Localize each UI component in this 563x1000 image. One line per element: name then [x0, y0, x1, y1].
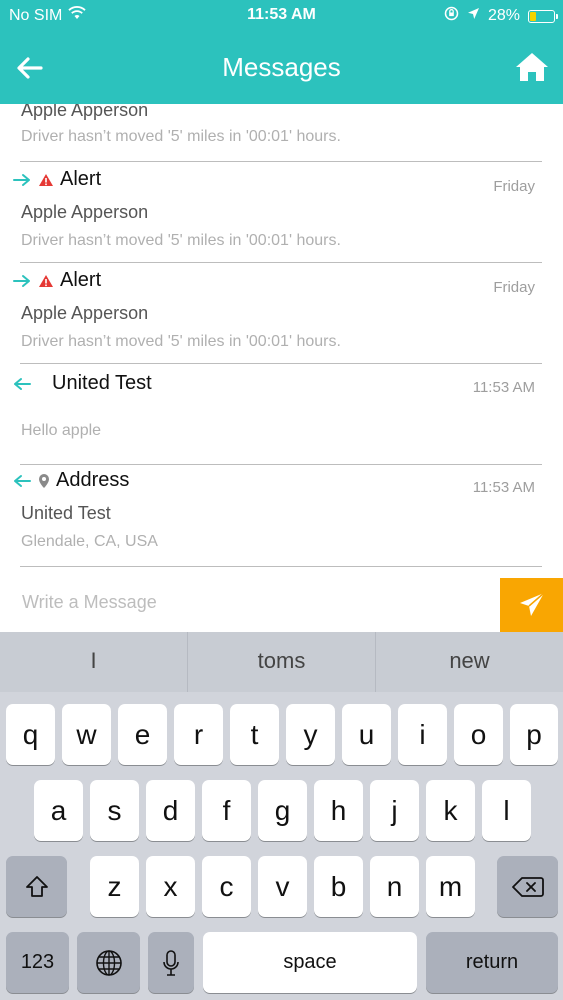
message-title: Alert	[60, 269, 102, 291]
home-button[interactable]	[515, 50, 549, 84]
incoming-arrow-icon	[14, 377, 31, 390]
message-item[interactable]: Alert Friday Apple Apperson Driver hasn’…	[0, 263, 563, 364]
orientation-lock-icon	[444, 6, 459, 26]
key-k[interactable]: k	[426, 780, 475, 841]
incoming-arrow-icon	[14, 474, 31, 487]
key-p[interactable]: p	[510, 704, 558, 765]
shift-key[interactable]	[6, 856, 67, 917]
key-y[interactable]: y	[286, 704, 335, 765]
message-header: Alert	[12, 269, 101, 292]
battery-level	[530, 11, 536, 21]
key-o[interactable]: o	[454, 704, 503, 765]
suggestion-3[interactable]: new	[376, 632, 563, 692]
key-h[interactable]: h	[314, 780, 363, 841]
message-item[interactable]: United Test 11:53 AM Hello apple	[0, 364, 563, 465]
message-header: Alert	[12, 168, 101, 191]
message-list[interactable]: Apple Apperson Driver hasn’t moved '5' m…	[0, 104, 563, 572]
message-time: 11:53 AM	[472, 379, 535, 396]
status-right: 28%	[444, 6, 558, 26]
key-r[interactable]: r	[174, 704, 223, 765]
page-title: Messages	[222, 52, 341, 82]
backspace-icon	[511, 876, 544, 897]
key-s[interactable]: s	[90, 780, 139, 841]
key-u[interactable]: u	[342, 704, 391, 765]
alert-icon	[39, 173, 53, 186]
message-title: Address	[56, 469, 130, 491]
message-input[interactable]: Write a Message	[22, 592, 157, 613]
key-e[interactable]: e	[118, 704, 167, 765]
key-i[interactable]: i	[398, 704, 447, 765]
key-j[interactable]: j	[370, 780, 419, 841]
message-sender: Apple Apperson	[21, 303, 149, 323]
message-item[interactable]: Apple Apperson Driver hasn’t moved '5' m…	[0, 104, 563, 162]
suggestion-bar: I toms new	[0, 632, 563, 692]
keyboard: I toms new q w e r t y u i o p a s d f g…	[0, 632, 563, 1000]
message-time: Friday	[493, 178, 535, 195]
nav-bar: Messages	[0, 36, 563, 100]
message-body: Driver hasn’t moved '5' miles in '00:01'…	[21, 128, 341, 145]
message-body: Driver hasn’t moved '5' miles in '00:01'…	[21, 232, 341, 249]
message-body: Hello apple	[21, 422, 102, 439]
alert-icon	[39, 274, 53, 287]
return-key[interactable]: return	[426, 932, 558, 993]
message-header: Address	[12, 469, 129, 492]
outgoing-arrow-icon	[13, 173, 30, 186]
globe-key[interactable]	[77, 932, 140, 993]
key-z[interactable]: z	[90, 856, 139, 917]
message-time: Friday	[493, 279, 535, 296]
message-header: United Test	[12, 372, 152, 395]
location-pin-icon	[39, 473, 49, 488]
message-sender: Apple Apperson	[21, 104, 149, 120]
key-x[interactable]: x	[146, 856, 195, 917]
delete-key[interactable]	[497, 856, 558, 917]
message-body: Glendale, CA, USA	[21, 533, 158, 550]
message-composer: Write a Message	[0, 574, 563, 632]
key-c[interactable]: c	[202, 856, 251, 917]
key-g[interactable]: g	[258, 780, 307, 841]
battery-icon	[528, 9, 558, 23]
message-time: 11:53 AM	[472, 479, 535, 496]
key-w[interactable]: w	[62, 704, 111, 765]
paper-plane-icon	[519, 592, 544, 616]
battery-percent: 28%	[487, 7, 520, 24]
message-title: Alert	[60, 168, 102, 190]
key-m[interactable]: m	[426, 856, 475, 917]
key-d[interactable]: d	[146, 780, 195, 841]
microphone-icon	[163, 949, 179, 976]
location-icon	[467, 7, 480, 25]
message-title: United Test	[52, 372, 152, 394]
outgoing-arrow-icon	[13, 274, 30, 287]
key-q[interactable]: q	[6, 704, 55, 765]
message-body: Driver hasn’t moved '5' miles in '00:01'…	[21, 333, 341, 350]
suggestion-1[interactable]: I	[0, 632, 187, 692]
dictation-key[interactable]	[148, 932, 194, 993]
send-button[interactable]	[500, 578, 563, 632]
status-bar: No SIM 11:53 AM 28%	[0, 0, 563, 30]
message-item[interactable]: Address 11:53 AM United Test Glendale, C…	[0, 465, 563, 567]
message-divider	[20, 566, 542, 567]
key-l[interactable]: l	[482, 780, 531, 841]
space-key[interactable]: space	[203, 932, 417, 993]
key-n[interactable]: n	[370, 856, 419, 917]
message-sender: United Test	[21, 503, 111, 523]
globe-icon	[95, 949, 122, 976]
message-sender: Apple Apperson	[21, 202, 149, 222]
message-item[interactable]: Alert Friday Apple Apperson Driver hasn’…	[0, 162, 563, 263]
shift-icon	[25, 875, 48, 897]
key-f[interactable]: f	[202, 780, 251, 841]
numbers-key[interactable]: 123	[6, 932, 69, 993]
app-header: No SIM 11:53 AM 28% Messages	[0, 0, 563, 104]
key-a[interactable]: a	[34, 780, 83, 841]
suggestion-2[interactable]: toms	[188, 632, 375, 692]
key-t[interactable]: t	[230, 704, 279, 765]
key-v[interactable]: v	[258, 856, 307, 917]
home-icon	[516, 53, 548, 81]
key-b[interactable]: b	[314, 856, 363, 917]
